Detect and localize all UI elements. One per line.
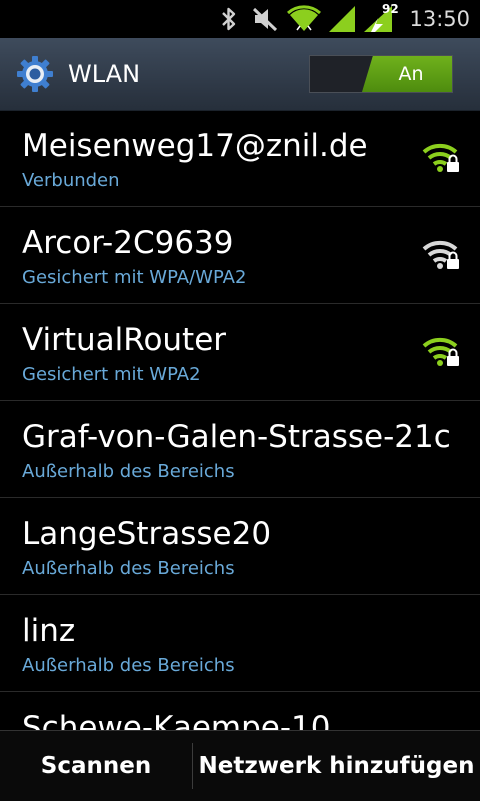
network-list-item[interactable]: LangeStrasse20 Außerhalb des Bereichs (0, 498, 480, 595)
network-list-item[interactable]: Schewe-Kaempe-10 (0, 692, 480, 730)
network-name: LangeStrasse20 (22, 516, 272, 552)
bluetooth-icon (220, 0, 238, 38)
network-list-item[interactable]: Graf-von-Galen-Strasse-21c Außerhalb des … (0, 401, 480, 498)
network-list[interactable]: Meisenweg17@znil.de Verbunden Arcor-2C9639… (0, 110, 480, 730)
network-status: Verbunden (22, 170, 120, 191)
network-list-item[interactable]: Meisenweg17@znil.de Verbunden (0, 110, 480, 207)
network-name: Arcor-2C9639 (22, 225, 234, 261)
network-status: Außerhalb des Bereichs (22, 461, 235, 482)
clock: 13:50 (409, 7, 470, 31)
status-bar: 92 13:50 (0, 0, 480, 38)
action-bar: WLAN An (0, 38, 480, 111)
network-name: Meisenweg17@znil.de (22, 128, 368, 164)
network-status: Gesichert mit WPA/WPA2 (22, 267, 247, 288)
wifi-secured-signal-icon (421, 237, 461, 273)
wlan-toggle-on-label: An (362, 56, 452, 92)
battery-level: 92 (382, 2, 399, 16)
settings-gear-icon[interactable] (16, 55, 54, 93)
network-name: Schewe-Kaempe-10 (22, 710, 331, 730)
network-list-item[interactable]: linz Außerhalb des Bereichs (0, 595, 480, 692)
network-name: Graf-von-Galen-Strasse-21c (22, 419, 451, 455)
cell-signal-icon (327, 0, 357, 38)
add-network-button[interactable]: Netzwerk hinzufügen (193, 731, 480, 801)
scan-button[interactable]: Scannen (0, 731, 192, 801)
network-status: Gesichert mit WPA2 (22, 364, 201, 385)
mute-icon (251, 0, 279, 38)
network-name: linz (22, 613, 76, 649)
wifi-secured-signal-icon (421, 334, 461, 370)
network-name: VirtualRouter (22, 322, 227, 358)
network-list-item[interactable]: Arcor-2C9639 Gesichert mit WPA/WPA2 (0, 207, 480, 304)
network-list-item[interactable]: VirtualRouter Gesichert mit WPA2 (0, 304, 480, 401)
network-status: Außerhalb des Bereichs (22, 558, 235, 579)
bottom-bar: Scannen Netzwerk hinzufügen (0, 730, 480, 801)
page-title: WLAN (68, 60, 141, 88)
network-status: Außerhalb des Bereichs (22, 655, 235, 676)
wifi-icon (286, 0, 322, 38)
wlan-toggle[interactable]: An (309, 55, 453, 93)
wifi-secured-signal-icon (421, 140, 461, 176)
